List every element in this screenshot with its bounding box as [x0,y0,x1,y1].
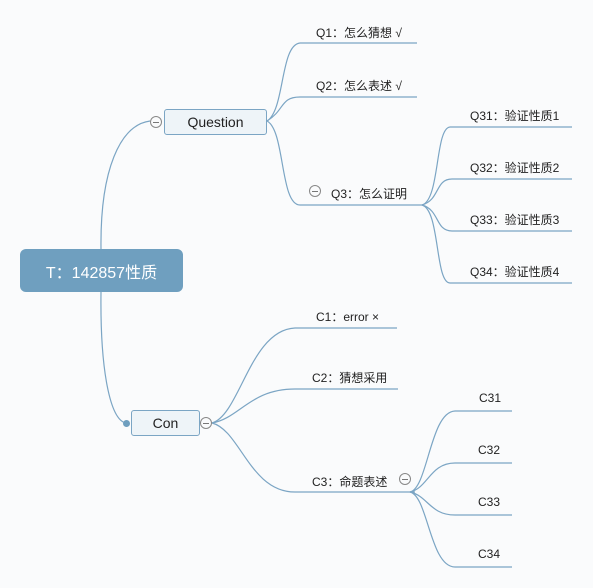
branch-anchor-dot [123,420,130,427]
topic-c33-label: C33 [478,495,501,509]
topic-q34-label: Q34：验证性质4 [470,265,560,279]
connector-root-con [100,291,127,424]
topic-c32[interactable]: C32 [478,443,500,457]
topic-question-label: Question [187,114,244,130]
topic-q31[interactable]: Q31：验证性质1 [470,107,559,124]
connector-con-c2 [211,388,398,424]
topic-c34[interactable]: C34 [478,547,500,561]
topic-con[interactable]: Con [131,410,200,436]
topic-c33[interactable]: C33 [478,495,500,509]
collapse-minus-icon[interactable] [150,116,162,128]
topic-q3-label: Q3：怎么证明 [331,187,408,201]
topic-q1-label: Q1：怎么猜想 √ [316,26,402,40]
topic-c34-label: C34 [478,547,501,561]
connector-q3-q32 [421,178,572,206]
collapse-minus-icon[interactable] [309,185,321,197]
topic-question[interactable]: Question [164,109,267,135]
topic-q33-label: Q33：验证性质3 [470,213,560,227]
topic-con-label: Con [152,415,179,431]
topic-q33[interactable]: Q33：验证性质3 [470,211,559,228]
topic-c3-label: C3：命题表述 [312,475,388,489]
topic-c1[interactable]: C1：error × [316,308,379,325]
topic-c32-label: C32 [478,443,501,457]
topic-c2[interactable]: C2：猜想采用 [312,369,387,386]
collapse-minus-icon[interactable] [200,417,212,429]
topic-c3[interactable]: C3：命题表述 [312,473,387,490]
topic-c31[interactable]: C31 [479,391,501,405]
connector-lines [100,42,572,568]
topic-c1-label: C1：error × [316,310,380,324]
topic-q32-label: Q32：验证性质2 [470,161,560,175]
topic-c31-label: C31 [479,391,502,405]
root-topic-label: T：142857性质 [45,264,158,282]
connector-root-question [100,120,151,250]
topic-q34[interactable]: Q34：验证性质4 [470,263,559,280]
topic-c2-label: C2：猜想采用 [312,371,388,385]
topic-q2[interactable]: Q2：怎么表述 √ [316,77,402,94]
connector-question-q2 [266,96,417,122]
collapse-minus-icon[interactable] [399,473,411,485]
topic-q3[interactable]: Q3：怎么证明 [331,185,407,202]
topic-q2-label: Q2：怎么表述 √ [316,79,402,93]
topic-q32[interactable]: Q32：验证性质2 [470,159,559,176]
topic-q31-label: Q31：验证性质1 [470,109,560,123]
topic-q1[interactable]: Q1：怎么猜想 √ [316,24,402,41]
root-topic[interactable]: T：142857性质 [20,249,183,292]
